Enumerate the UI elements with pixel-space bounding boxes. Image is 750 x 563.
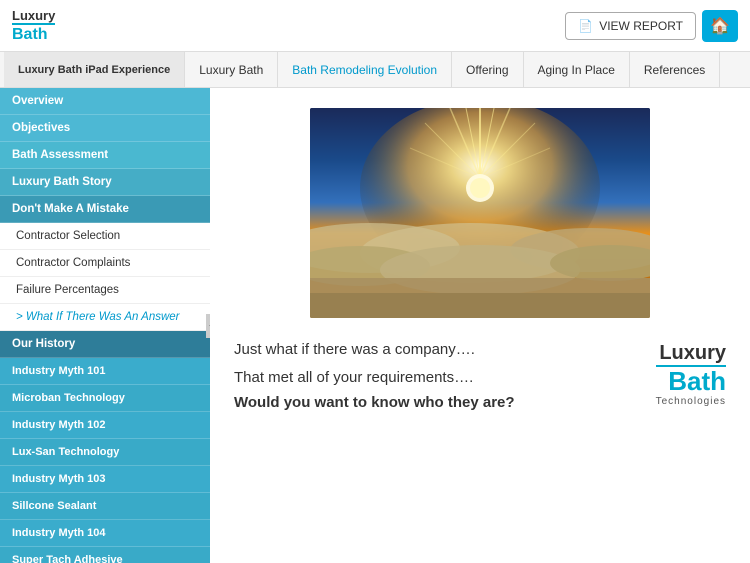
sidebar: Overview Objectives Bath Assessment Luxu… — [0, 88, 210, 563]
main-layout: Overview Objectives Bath Assessment Luxu… — [0, 88, 750, 563]
sidebar-item-objectives[interactable]: Objectives — [0, 115, 210, 142]
sidebar-item-super-tach-adhesive[interactable]: Super Tach Adhesive — [0, 547, 210, 563]
header: Luxury Bath 📄 VIEW REPORT 🏠 — [0, 0, 750, 52]
content-bottom: Just what if there was a company…. That … — [234, 338, 726, 411]
content-line1: Just what if there was a company…. — [234, 338, 515, 362]
logo-bath: Bath — [12, 23, 55, 44]
tab-bath-remodeling[interactable]: Bath Remodeling Evolution — [278, 52, 452, 87]
tab-aging-in-place[interactable]: Aging In Place — [524, 52, 630, 87]
sidebar-item-overview[interactable]: Overview — [0, 88, 210, 115]
sunrise-svg — [310, 108, 650, 318]
content-text-block: Just what if there was a company…. That … — [234, 338, 515, 411]
content-logo: Luxury Bath Technologies — [656, 342, 726, 407]
sidebar-item-lux-san-technology[interactable]: Lux-San Technology — [0, 439, 210, 466]
content-image — [310, 108, 650, 318]
tab-offering[interactable]: Offering — [452, 52, 523, 87]
sidebar-item-industry-myth-103[interactable]: Industry Myth 103 — [0, 466, 210, 493]
content-area: Just what if there was a company…. That … — [210, 88, 750, 563]
report-icon: 📄 — [578, 19, 593, 33]
sidebar-item-our-history[interactable]: Our History — [0, 331, 210, 358]
sidebar-item-what-if-answer[interactable]: > What If There Was An Answer — [0, 304, 210, 331]
sidebar-item-contractor-complaints[interactable]: Contractor Complaints — [0, 250, 210, 277]
view-report-label: VIEW REPORT — [599, 19, 683, 33]
sidebar-item-industry-myth-104[interactable]: Industry Myth 104 — [0, 520, 210, 547]
sidebar-item-industry-myth-101[interactable]: Industry Myth 101 — [0, 358, 210, 385]
content-line2: That met all of your requirements…. — [234, 366, 515, 390]
lb-logo-technologies: Technologies — [656, 396, 726, 407]
sidebar-item-dont-make-mistake[interactable]: Don't Make A Mistake — [0, 196, 210, 223]
logo-luxury: Luxury — [12, 8, 55, 23]
view-report-button[interactable]: 📄 VIEW REPORT — [565, 12, 696, 40]
sidebar-item-bath-assessment[interactable]: Bath Assessment — [0, 142, 210, 169]
home-button[interactable]: 🏠 — [702, 10, 738, 42]
sidebar-item-contractor-selection[interactable]: Contractor Selection — [0, 223, 210, 250]
sidebar-item-silicone-sealant[interactable]: Sillcone Sealant — [0, 493, 210, 520]
sidebar-item-industry-myth-102[interactable]: Industry Myth 102 — [0, 412, 210, 439]
header-actions: 📄 VIEW REPORT 🏠 — [565, 10, 738, 42]
sidebar-item-microban-technology[interactable]: Microban Technology — [0, 385, 210, 412]
sidebar-item-luxury-bath-story[interactable]: Luxury Bath Story — [0, 169, 210, 196]
tab-references[interactable]: References — [630, 52, 720, 87]
nav-tabs: Luxury Bath iPad Experience Luxury Bath … — [0, 52, 750, 88]
content-line-bold: Would you want to know who they are? — [234, 394, 515, 411]
sidebar-collapse-button[interactable]: ◀ — [206, 314, 210, 338]
logo: Luxury Bath — [12, 8, 55, 44]
lb-logo-bath: Bath — [656, 365, 726, 396]
sidebar-item-failure-percentages[interactable]: Failure Percentages — [0, 277, 210, 304]
home-icon: 🏠 — [710, 16, 730, 36]
lb-logo-luxury: Luxury — [656, 342, 726, 365]
tab-luxury-bath[interactable]: Luxury Bath — [185, 52, 278, 87]
tab-ipad-experience[interactable]: Luxury Bath iPad Experience — [4, 52, 185, 87]
